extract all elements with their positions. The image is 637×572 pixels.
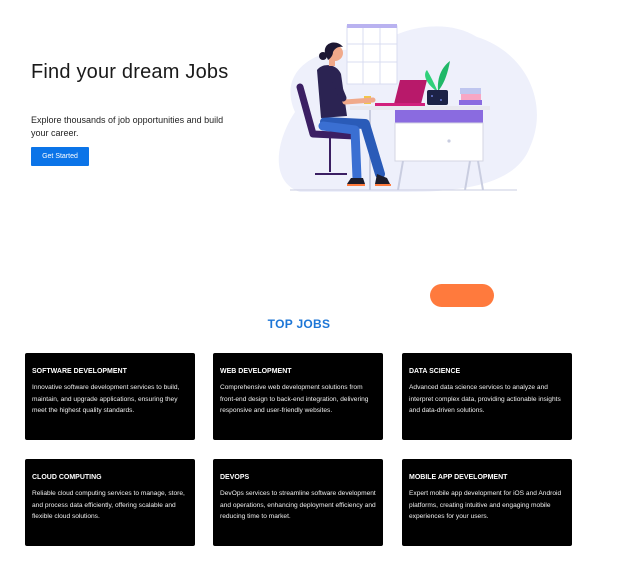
job-card-description: Expert mobile app development for iOS an… <box>409 490 562 520</box>
job-card-description: DevOps services to streamline software d… <box>220 490 376 520</box>
job-card-web-development[interactable]: WEB DEVELOPMENT Comprehensive web develo… <box>213 353 383 440</box>
job-card-description: Advanced data science services to analyz… <box>409 384 561 414</box>
job-card-title: SOFTWARE DEVELOPMENT <box>32 368 127 375</box>
job-card-title: DEVOPS <box>220 474 250 481</box>
job-card-title: WEB DEVELOPMENT <box>220 368 292 375</box>
decorative-orange-blob <box>430 284 494 307</box>
job-card-title: MOBILE APP DEVELOPMENT <box>409 474 508 481</box>
job-card-description: Comprehensive web development solutions … <box>220 384 369 414</box>
hero-subtitle: Explore thousands of job opportunities a… <box>31 115 224 138</box>
job-card-description: Reliable cloud computing services to man… <box>32 490 185 520</box>
job-card-title: DATA SCIENCE <box>409 368 461 375</box>
hero-illustration <box>278 24 537 192</box>
job-card-data-science[interactable]: DATA SCIENCE Advanced data science servi… <box>402 353 572 440</box>
job-card-cloud-computing[interactable]: CLOUD COMPUTING Reliable cloud computing… <box>25 459 195 546</box>
job-card-devops[interactable]: DEVOPS DevOps services to streamline sof… <box>213 459 383 546</box>
get-started-button[interactable]: Get Started <box>31 147 89 166</box>
job-card-software-development[interactable]: SOFTWARE DEVELOPMENT Innovative software… <box>25 353 195 440</box>
top-jobs-heading: TOP JOBS <box>267 317 331 331</box>
job-card-title: CLOUD COMPUTING <box>32 474 102 481</box>
hero-title: Find your dream Jobs <box>31 61 229 83</box>
job-card-mobile-app-development[interactable]: MOBILE APP DEVELOPMENT Expert mobile app… <box>402 459 572 546</box>
job-card-description: Innovative software development services… <box>32 384 180 414</box>
